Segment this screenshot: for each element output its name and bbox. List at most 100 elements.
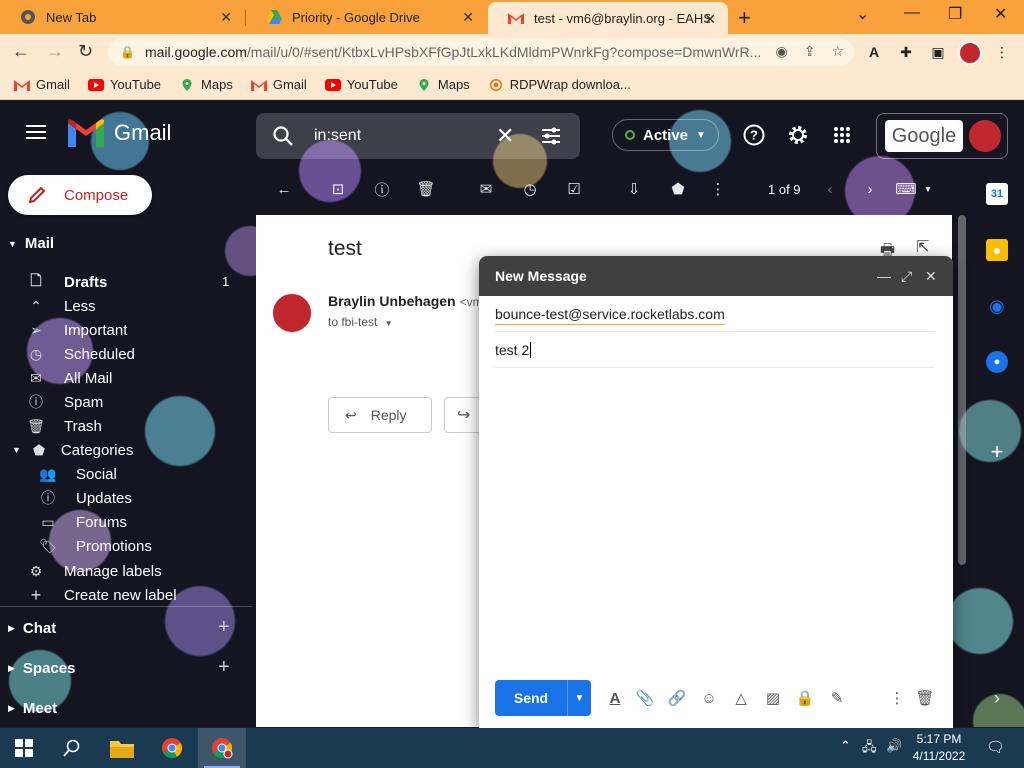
photo-icon[interactable]: ▨ xyxy=(763,688,783,708)
discard-draft-icon[interactable]: 🗑 xyxy=(915,688,935,708)
recipients-field[interactable]: bounce-test@service.rocketlabs.com xyxy=(495,304,935,332)
sidebar-item-spam[interactable]: ⓘ Spam xyxy=(26,390,103,414)
address-bar[interactable]: 🔒 mail.google.com /mail/u/0/#sent/KtbxLv… xyxy=(108,38,854,66)
message-body[interactable] xyxy=(495,376,935,672)
sidebar-item-all-mail[interactable]: ✉ All Mail xyxy=(26,366,112,390)
subject-field[interactable]: test 2 xyxy=(495,340,935,368)
subject-input[interactable]: test 2 xyxy=(495,342,529,358)
add-chat-icon[interactable]: + xyxy=(218,616,230,639)
drive-icon[interactable]: △ xyxy=(731,688,751,708)
report-spam-icon[interactable]: ⓘ xyxy=(372,179,392,199)
compose-button[interactable]: Compose xyxy=(8,175,152,215)
sidebar-item-forums[interactable]: ▭ Forums xyxy=(38,510,126,534)
close-tab-icon[interactable]: ✕ xyxy=(462,9,474,26)
help-icon[interactable]: ? xyxy=(742,123,766,147)
search-bar[interactable]: in:sent ✕ xyxy=(256,113,580,159)
send-button[interactable]: Send xyxy=(495,680,567,716)
more-vert-icon[interactable]: ⋮ xyxy=(708,179,728,199)
attach-icon[interactable]: 📎 xyxy=(635,688,655,708)
close-tab-icon[interactable]: ✕ xyxy=(704,11,716,28)
restore-icon[interactable]: ❐ xyxy=(948,4,962,24)
chevron-down-icon[interactable]: ▼ xyxy=(385,319,393,328)
puzzle-icon[interactable]: ✚ xyxy=(896,42,916,62)
sidebar-item-trash[interactable]: 🗑 Trash xyxy=(26,414,102,438)
share-icon[interactable]: ⇪ xyxy=(804,43,816,60)
apps-grid-icon[interactable] xyxy=(830,123,854,147)
send-options-button[interactable]: ▼ xyxy=(567,680,591,716)
link-icon[interactable]: 🔗 xyxy=(667,688,687,708)
search-input[interactable]: in:sent xyxy=(314,127,361,145)
expand-panel-icon[interactable]: › xyxy=(986,687,1008,709)
sender-avatar[interactable] xyxy=(272,293,312,333)
section-meet[interactable]: ▶ Meet xyxy=(8,700,57,717)
fullscreen-icon[interactable]: ⤢ xyxy=(901,268,912,285)
status-selector[interactable]: Active ▼ xyxy=(612,119,719,151)
open-new-window-icon[interactable]: ⇱ xyxy=(916,237,929,257)
side-panel-icon[interactable]: ▣ xyxy=(928,42,948,62)
sidebar-item-drafts[interactable]: 🗋 Drafts xyxy=(26,270,107,294)
chrome-active-window-button[interactable] xyxy=(198,728,246,768)
system-clock[interactable]: 5:17 PM 4/11/2022 xyxy=(904,731,974,765)
cast-icon[interactable]: ◉ xyxy=(775,43,787,60)
keep-icon[interactable]: ● xyxy=(986,239,1008,261)
sidebar-item-categories[interactable]: ▼ ⬟ Categories xyxy=(12,438,133,462)
bookmark-gmail[interactable]: Gmail xyxy=(14,77,70,92)
start-button[interactable] xyxy=(0,728,48,768)
sidebar-item-scheduled[interactable]: ◷ Scheduled xyxy=(26,342,135,366)
taskbar-search-button[interactable] xyxy=(48,728,96,768)
file-explorer-button[interactable] xyxy=(98,728,146,768)
volume-icon[interactable]: 🔊 xyxy=(886,738,902,754)
section-mail[interactable]: ▼ Mail xyxy=(8,235,54,252)
reply-button[interactable]: ↩ Reply xyxy=(328,397,432,433)
mark-unread-icon[interactable]: ✉ xyxy=(476,179,496,199)
show-hidden-icons[interactable]: ⌃ xyxy=(840,738,851,754)
reload-icon[interactable]: ↻ xyxy=(78,41,93,62)
snooze-icon[interactable]: ◷ xyxy=(520,179,540,199)
formatting-icon[interactable]: A xyxy=(605,688,625,708)
confidential-mode-icon[interactable]: 🔒 xyxy=(795,688,815,708)
calendar-icon[interactable]: 31 xyxy=(986,183,1008,205)
older-icon[interactable]: › xyxy=(860,179,880,199)
extension-icon[interactable]: A xyxy=(864,42,884,62)
profile-avatar[interactable] xyxy=(958,41,982,65)
label-icon[interactable]: ⬟ xyxy=(668,179,688,199)
contacts-icon[interactable]: ● xyxy=(986,351,1008,373)
bookmark-youtube[interactable]: YouTube xyxy=(87,77,161,92)
sidebar-item-manage-labels[interactable]: ⚙ Manage labels xyxy=(26,559,162,583)
bookmark-maps[interactable]: Maps xyxy=(179,77,233,92)
add-task-icon[interactable]: ☑ xyxy=(564,179,584,199)
chrome-taskbar-button[interactable] xyxy=(148,728,196,768)
bookmark-rdpwrap[interactable]: RDPWrap downloa... xyxy=(488,77,631,92)
newer-icon[interactable]: ‹ xyxy=(820,179,840,199)
sidebar-item-create-label[interactable]: + Create new label xyxy=(26,583,177,607)
recipient-line[interactable]: to fbi-test ▼ xyxy=(328,315,393,329)
sidebar-item-important[interactable]: ➢ Important xyxy=(26,318,127,342)
tab-gmail[interactable]: test - vm6@braylin.org - EAHS M ✕ xyxy=(488,2,728,34)
star-icon[interactable]: ☆ xyxy=(831,43,844,60)
menu-icon[interactable]: ⋮ xyxy=(992,42,1012,62)
move-to-icon[interactable]: ⇩ xyxy=(624,179,644,199)
chevron-down-icon[interactable]: ▼ xyxy=(918,179,938,199)
sidebar-item-promotions[interactable]: 🏷 Promotions xyxy=(38,534,152,558)
back-icon[interactable]: ← xyxy=(12,41,30,62)
main-menu-icon[interactable] xyxy=(26,125,46,139)
close-tab-icon[interactable]: ✕ xyxy=(220,9,232,26)
tab-new-tab[interactable]: New Tab ✕ xyxy=(0,0,244,34)
minimize-icon[interactable]: — xyxy=(904,4,920,22)
bookmark-gmail[interactable]: Gmail xyxy=(250,77,307,92)
delete-icon[interactable]: 🗑 xyxy=(416,179,436,199)
get-addons-icon[interactable]: + xyxy=(986,439,1008,464)
close-icon[interactable]: ✕ xyxy=(925,268,937,285)
sidebar-item-less[interactable]: ⌃ Less xyxy=(26,294,96,318)
tab-google-drive[interactable]: Priority - Google Drive ✕ xyxy=(246,0,486,34)
new-tab-button[interactable]: + xyxy=(738,5,751,31)
add-space-icon[interactable]: + xyxy=(218,656,230,679)
more-options-icon[interactable]: ⋮ xyxy=(887,688,907,708)
tasks-icon[interactable]: ◉ xyxy=(986,295,1008,317)
forward-icon[interactable]: → xyxy=(46,41,64,62)
settings-gear-icon[interactable] xyxy=(786,123,810,147)
sidebar-item-updates[interactable]: ⓘ Updates xyxy=(38,486,132,510)
emoji-icon[interactable]: ☺ xyxy=(699,688,719,708)
back-arrow-icon[interactable]: ← xyxy=(274,179,294,199)
recipient-chip[interactable]: bounce-test@service.rocketlabs.com xyxy=(495,306,725,325)
